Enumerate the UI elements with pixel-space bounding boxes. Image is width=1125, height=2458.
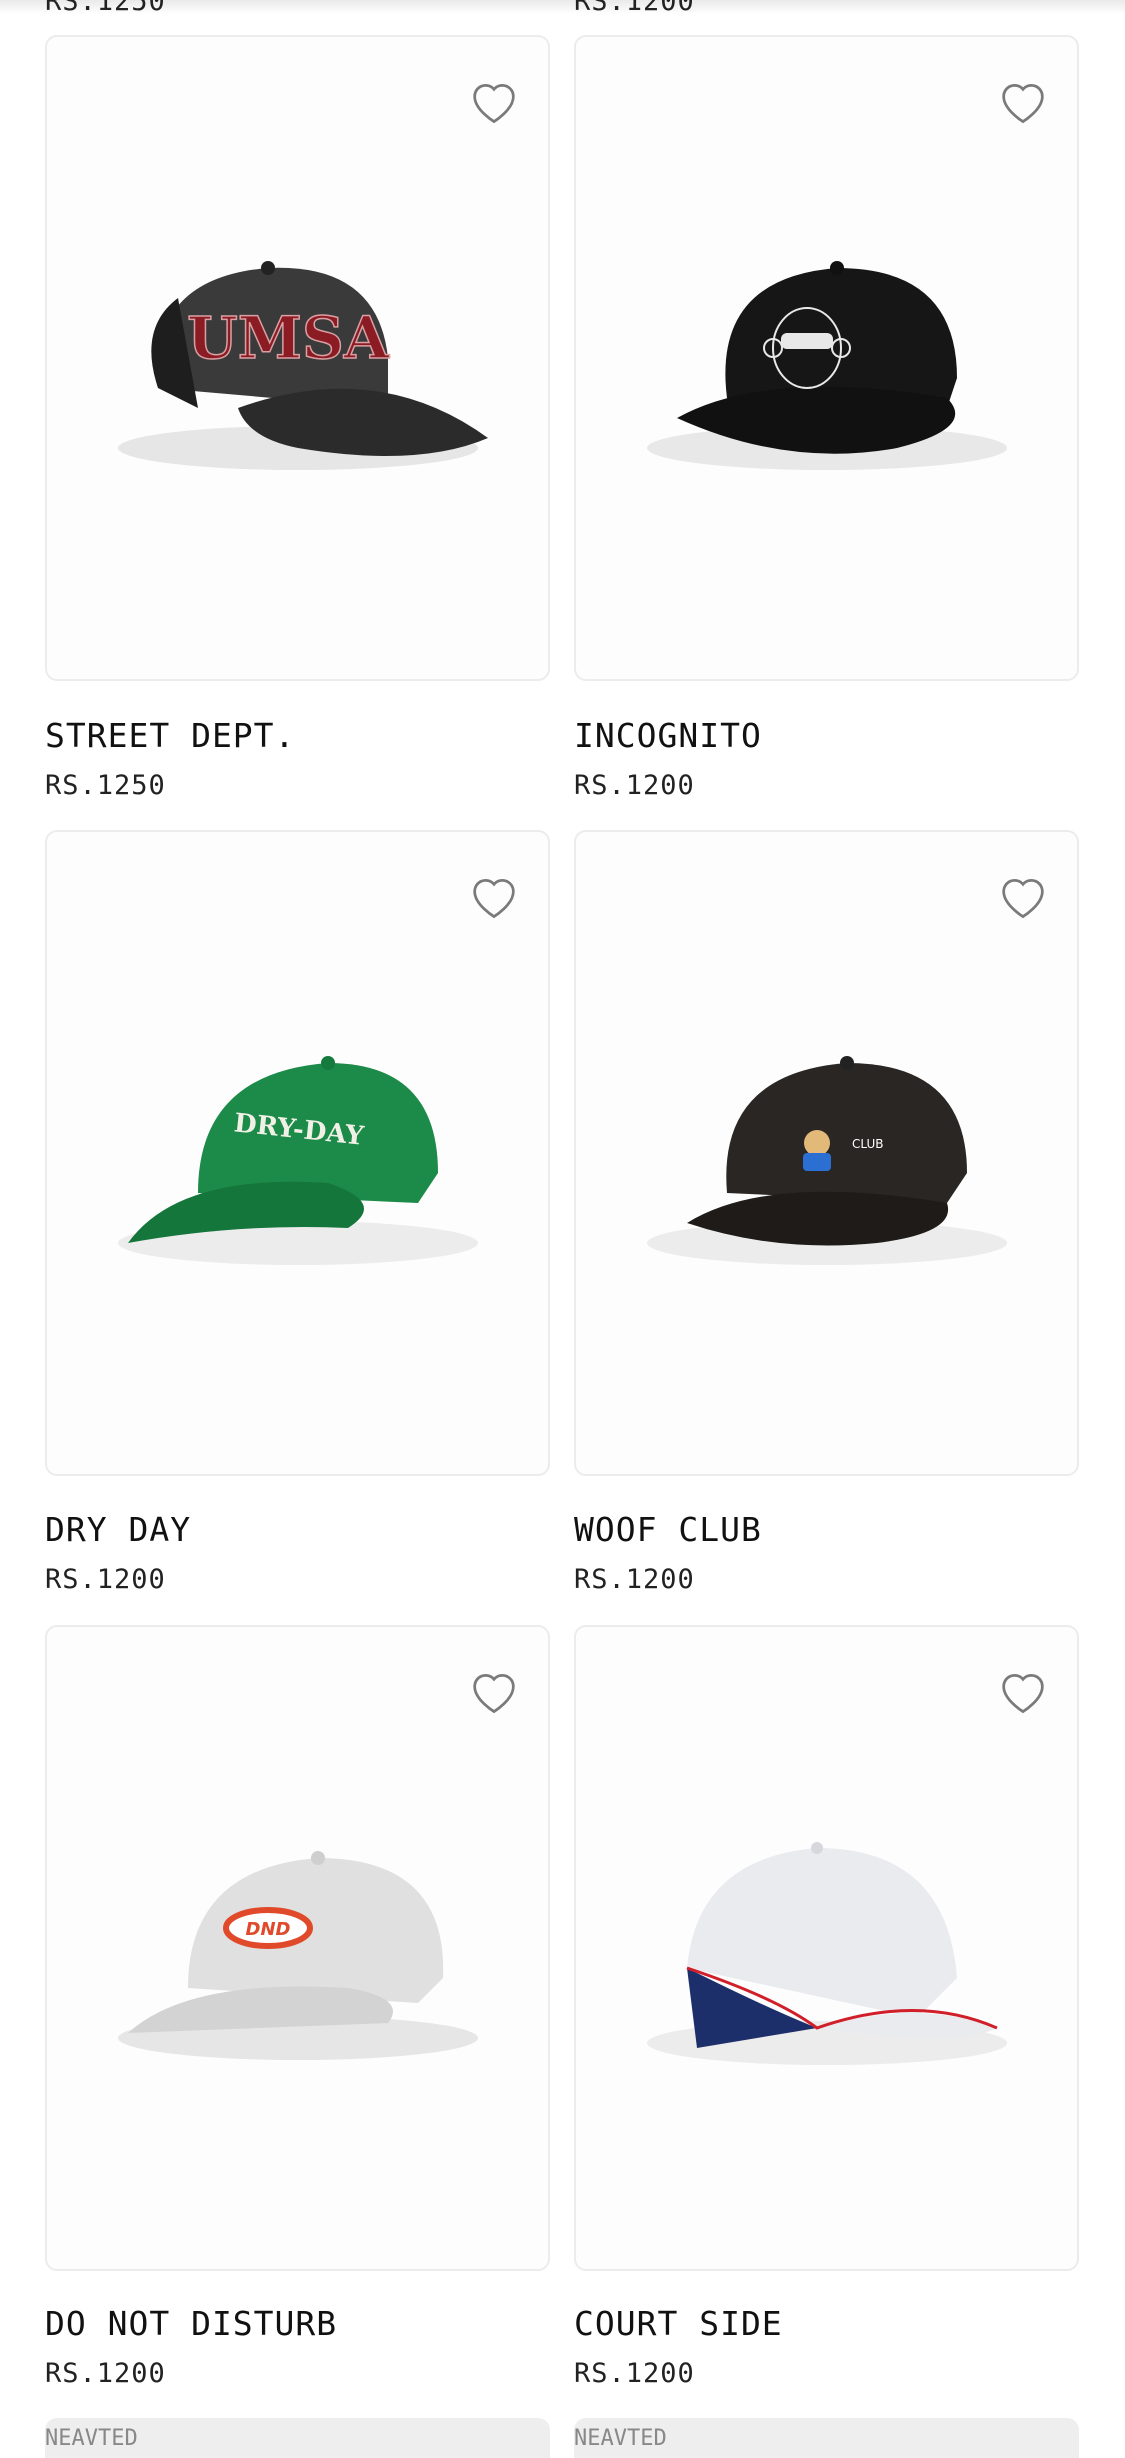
cap-logo-text: CLUB xyxy=(852,1137,883,1151)
product-name[interactable]: DO NOT DISTURB xyxy=(45,2304,337,2343)
product-card-dry-day[interactable]: DRY-DAY xyxy=(45,830,550,1476)
heart-icon[interactable] xyxy=(995,1665,1051,1715)
product-price: RS.1200 xyxy=(574,1564,695,1595)
heart-icon[interactable] xyxy=(995,870,1051,920)
heart-icon[interactable] xyxy=(466,1665,522,1715)
partial-card-label: NEAVTED xyxy=(45,2426,138,2451)
product-price: RS.1200 xyxy=(45,1564,166,1595)
product-name[interactable]: COURT SIDE xyxy=(574,2304,783,2343)
product-name[interactable]: INCOGNITO xyxy=(574,716,762,755)
product-name[interactable]: DRY DAY xyxy=(45,1510,191,1549)
partial-card-label: NEAVTED xyxy=(574,2426,667,2451)
product-name[interactable]: WOOF CLUB xyxy=(574,1510,762,1549)
cap-logo-text: UMSA xyxy=(187,304,390,372)
product-card-do-not-disturb[interactable]: DND xyxy=(45,1625,550,2271)
product-card-street-dept[interactable]: UMSA xyxy=(45,35,550,681)
black-cap-red-gothic-logo-icon: UMSA xyxy=(117,261,488,470)
black-cap-monkey-logo-icon xyxy=(646,261,1007,470)
black-cap-dog-patch-icon: CLUB xyxy=(646,1056,1007,1265)
heart-icon[interactable] xyxy=(466,75,522,125)
product-name[interactable]: STREET DEPT. xyxy=(45,716,295,755)
cap-logo-text: DND xyxy=(245,1919,290,1940)
white-navy-cap-red-piping-icon xyxy=(646,1842,1007,2065)
product-card-incognito[interactable] xyxy=(574,35,1079,681)
product-card-court-side[interactable] xyxy=(574,1625,1079,2271)
top-edge-shadow xyxy=(0,0,1125,14)
product-price: RS.1200 xyxy=(574,2358,695,2389)
product-price: RS.1200 xyxy=(574,770,695,801)
product-price: RS.1250 xyxy=(45,770,166,801)
partial-price-right: RS.1200 xyxy=(574,0,695,17)
partial-price-left: RS.1250 xyxy=(45,0,166,17)
product-price: RS.1200 xyxy=(45,2358,166,2389)
green-cap-dry-day-text-icon: DRY-DAY xyxy=(117,1056,478,1265)
white-cap-dnd-patch-icon: DND xyxy=(117,1851,478,2060)
product-card-woof-club[interactable]: CLUB xyxy=(574,830,1079,1476)
heart-icon[interactable] xyxy=(995,75,1051,125)
heart-icon[interactable] xyxy=(466,870,522,920)
